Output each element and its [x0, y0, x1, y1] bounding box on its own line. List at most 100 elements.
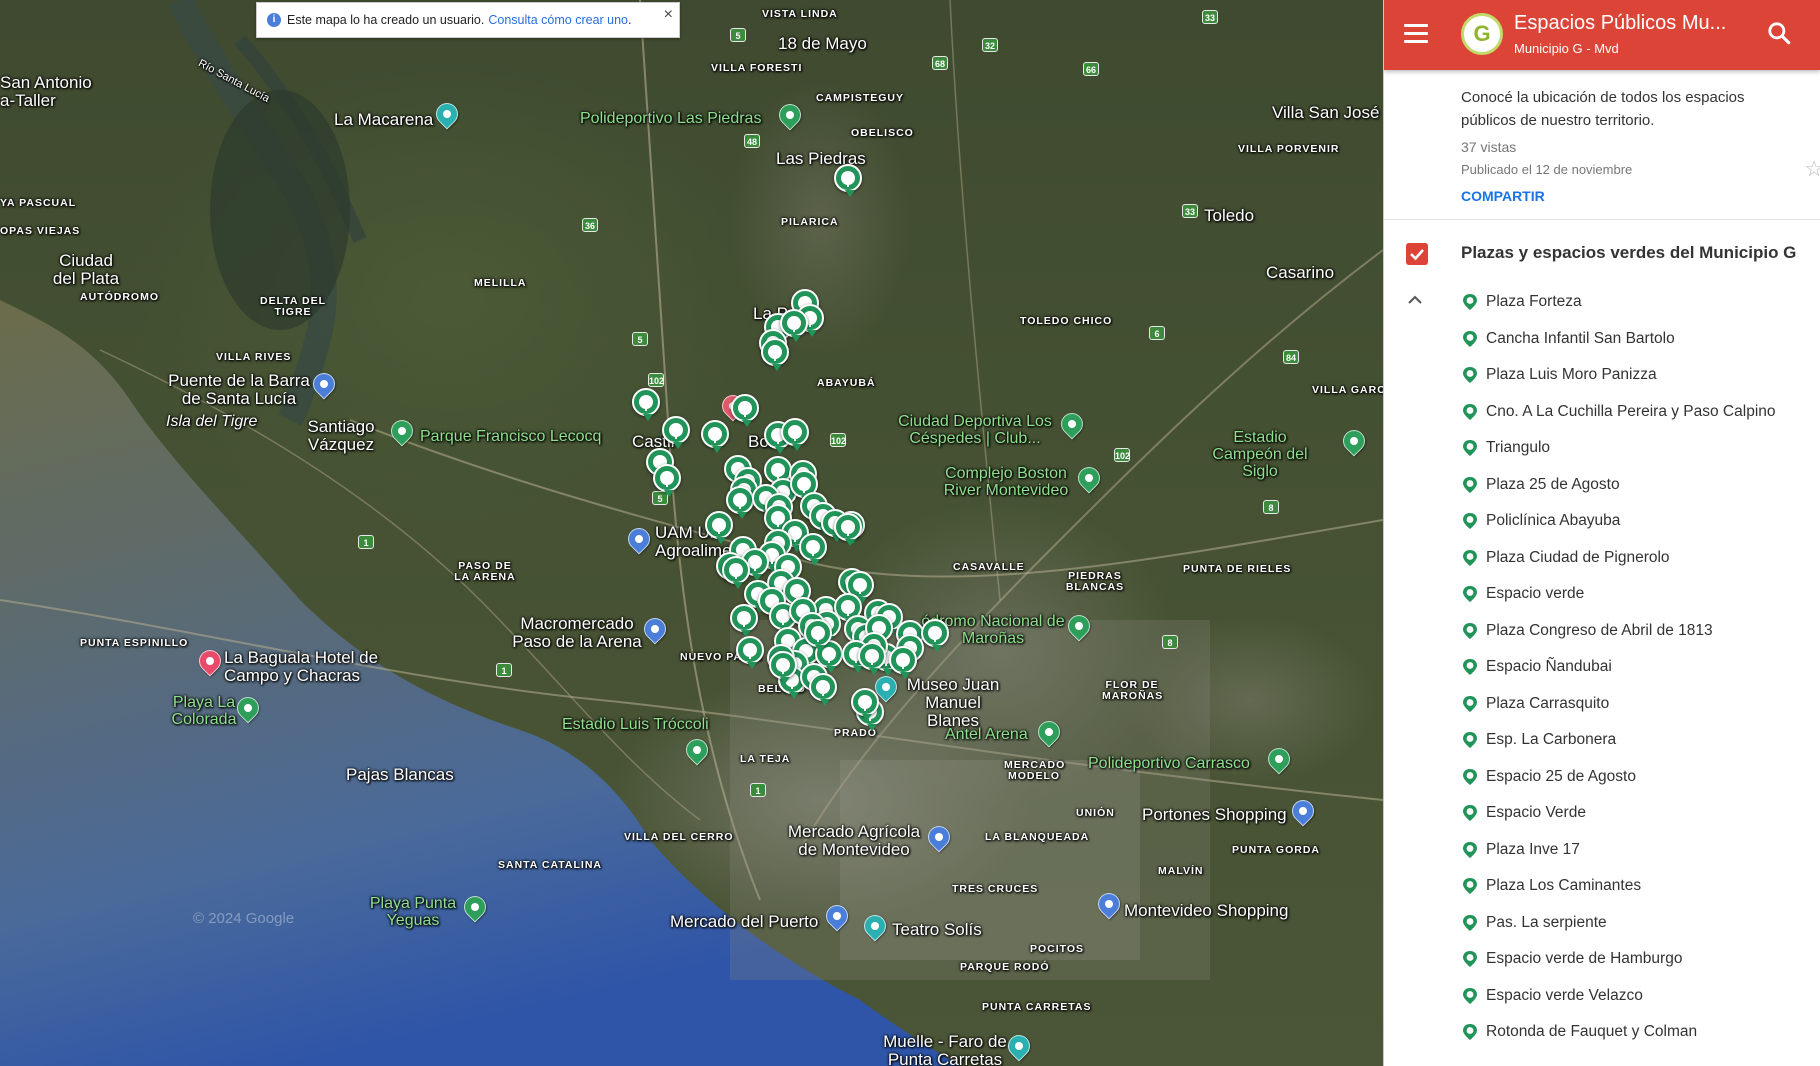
tree-marker-icon[interactable]: [632, 388, 660, 421]
tree-marker-icon[interactable]: [662, 416, 690, 449]
list-item[interactable]: Esp. La Carbonera: [1461, 722, 1811, 759]
tree-pin-icon: [1463, 951, 1477, 968]
place-label: Espacio Verde: [1486, 804, 1586, 822]
list-item[interactable]: Plaza Congreso de Abril de 1813: [1461, 613, 1811, 650]
label-estadio-troccoli: Estadio Luis Tróccoli: [562, 716, 709, 733]
place-label: Espacio Ñandubai: [1486, 658, 1612, 676]
place-label: Cno. A La Cuchilla Pereira y Paso Calpin…: [1486, 402, 1776, 420]
label-autodromo: AUTÓDROMO: [80, 291, 159, 303]
place-label: Triangulo: [1486, 439, 1551, 457]
list-item[interactable]: Plaza Ciudad de Pignerolo: [1461, 540, 1811, 577]
list-item[interactable]: Plaza Carrasquito: [1461, 686, 1811, 723]
tree-marker-icon[interactable]: [736, 636, 764, 669]
tree-pin-icon: [1463, 805, 1477, 822]
list-item[interactable]: Cancha Infantil San Bartolo: [1461, 321, 1811, 358]
label-la-baguala: La Baguala Hotel de Campo y Chacras: [224, 648, 379, 685]
list-item[interactable]: Plaza Los Caminantes: [1461, 868, 1811, 905]
tree-pin-icon: [1463, 513, 1477, 530]
route-shield: 102: [648, 373, 664, 387]
map-title: Espacios Públicos Mu...: [1514, 12, 1727, 34]
label-casarino: Casarino: [1266, 263, 1335, 282]
place-label: Plaza Congreso de Abril de 1813: [1486, 621, 1713, 639]
satellite-map[interactable]: i Este mapa lo ha creado un usuario. Con…: [0, 0, 1383, 1066]
label-ciudad-del-plata: Ciudad del Plata: [52, 251, 120, 288]
label-delta-del-tigre: DELTA DEL TIGRE: [260, 295, 326, 319]
list-item[interactable]: Plaza Inve 17: [1461, 832, 1811, 869]
list-item[interactable]: Espacio Verde: [1461, 795, 1811, 832]
list-item[interactable]: Espacio verde: [1461, 576, 1811, 613]
tree-pin-icon: [1463, 586, 1477, 603]
tree-marker-icon[interactable]: [889, 646, 917, 679]
route-shield: 8: [1162, 635, 1178, 649]
notice-text: Este mapa lo ha creado un usuario.: [287, 13, 485, 27]
route-shield: 32: [982, 38, 998, 52]
chevron-up-icon[interactable]: [1406, 291, 1424, 309]
tree-marker-icon[interactable]: [761, 338, 789, 371]
star-icon[interactable]: ☆: [1804, 156, 1820, 182]
list-item[interactable]: Espacio Ñandubai: [1461, 649, 1811, 686]
tree-marker-icon[interactable]: [781, 418, 809, 451]
place-label: Plaza Los Caminantes: [1486, 877, 1642, 895]
tree-marker-icon[interactable]: [858, 642, 886, 675]
tree-marker-icon[interactable]: [701, 420, 729, 453]
place-label: Esp. La Carbonera: [1486, 731, 1617, 749]
list-item[interactable]: Espacio verde de Hamburgo: [1461, 941, 1811, 978]
tree-marker-icon[interactable]: [769, 651, 797, 684]
label-muelle-faro: Muelle - Faro de Punta Carretas: [883, 1032, 1007, 1066]
list-item[interactable]: Pas. La serpiente: [1461, 905, 1811, 942]
layer-checkbox[interactable]: [1406, 243, 1428, 265]
close-icon[interactable]: ×: [664, 6, 673, 24]
label-villa-foresti: VILLA FORESTI: [711, 62, 803, 74]
learn-create-link[interactable]: Consulta cómo crear uno: [488, 13, 628, 27]
tree-marker-icon[interactable]: [834, 164, 862, 197]
menu-icon[interactable]: [1404, 24, 1428, 44]
tree-marker-icon[interactable]: [722, 556, 750, 589]
label-punta-de-rieles: PUNTA DE RIELES: [1183, 563, 1292, 575]
list-item[interactable]: Cno. A La Cuchilla Pereira y Paso Calpin…: [1461, 394, 1811, 431]
label-ciudad-deportiva: Ciudad Deportiva Los Céspedes | Club...: [898, 413, 1052, 447]
label-union: UNIÓN: [1076, 807, 1115, 819]
tree-pin-icon: [1463, 659, 1477, 676]
list-item[interactable]: Plaza Forteza: [1461, 284, 1811, 321]
label-toledo: Toledo: [1204, 206, 1255, 225]
label-pocitos: POCITOS: [1030, 943, 1085, 955]
place-label: Plaza Carrasquito: [1486, 694, 1610, 712]
search-icon[interactable]: [1766, 20, 1792, 46]
tree-marker-icon[interactable]: [809, 673, 837, 706]
tree-pin-icon: [1463, 367, 1477, 384]
list-item[interactable]: Espacio verde Velazco: [1461, 978, 1811, 1015]
map-description: Conocé la ubicación de todos los espacio…: [1461, 89, 1745, 129]
route-shield: 66: [1083, 62, 1099, 76]
list-item[interactable]: Plaza 25 de Agosto: [1461, 467, 1811, 504]
list-item[interactable]: Plaza Luis Moro Panizza: [1461, 357, 1811, 394]
tree-pin-icon: [1463, 732, 1477, 749]
label-piedras-blancas: PIEDRAS BLANCAS: [1065, 570, 1125, 594]
label-puente-barra: Puente de la Barra de Santa Lucía: [168, 371, 310, 408]
tree-marker-icon[interactable]: [804, 619, 832, 652]
label-playa-la-colorada: Playa La Colorada: [171, 694, 237, 728]
tree-marker-icon[interactable]: [799, 533, 827, 566]
layer-title[interactable]: Plazas y espacios verdes del Municipio G: [1461, 243, 1796, 263]
label-opas-viejas: OPAS VIEJAS: [0, 225, 81, 237]
place-label: Cancha Infantil San Bartolo: [1486, 329, 1675, 347]
label-vista-linda: VISTA LINDA: [762, 8, 838, 20]
tree-marker-icon[interactable]: [921, 619, 949, 652]
share-button[interactable]: COMPARTIR: [1461, 188, 1800, 204]
list-item[interactable]: Policlínica Abayuba: [1461, 503, 1811, 540]
tree-marker-icon[interactable]: [780, 309, 808, 342]
tree-marker-icon[interactable]: [653, 464, 681, 497]
tree-marker-icon[interactable]: [851, 688, 879, 721]
tree-marker-icon[interactable]: [726, 486, 754, 519]
label-malvin: MALVÍN: [1158, 865, 1204, 877]
tree-marker-icon[interactable]: [730, 604, 758, 637]
list-item[interactable]: Espacio 25 de Agosto: [1461, 759, 1811, 796]
label-mercado-modelo: MERCADO MODELO: [1004, 759, 1066, 783]
list-item[interactable]: Rotonda de Fauquet y Colman: [1461, 1014, 1811, 1051]
list-item[interactable]: Triangulo: [1461, 430, 1811, 467]
place-label: Plaza Ciudad de Pignerolo: [1486, 548, 1670, 566]
label-playa-punta-yeguas: Playa Punta Yeguas: [369, 895, 457, 929]
tree-marker-icon[interactable]: [731, 394, 759, 427]
tree-marker-icon[interactable]: [705, 511, 733, 544]
label-museo-blanes: Museo Juan Manuel Blanes: [906, 675, 1000, 730]
tree-marker-icon[interactable]: [834, 513, 862, 546]
